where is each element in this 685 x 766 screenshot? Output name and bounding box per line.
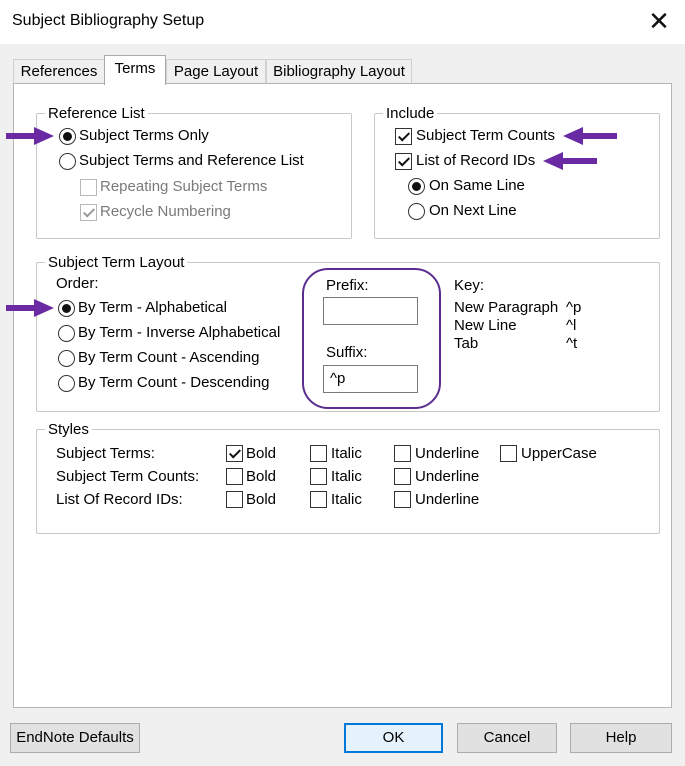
subject-term-counts-label[interactable]: Subject Term Counts — [416, 127, 555, 144]
list-of-record-ids-style-label: List Of Record IDs: — [56, 491, 183, 508]
subject-terms-and-reference-list-label[interactable]: Subject Terms and Reference List — [79, 152, 304, 169]
tab-terms[interactable]: Terms — [104, 55, 166, 85]
close-icon[interactable]: ✕ — [639, 4, 679, 38]
subject-terms-italic-label[interactable]: Italic — [331, 445, 362, 462]
subject-terms-uppercase-label[interactable]: UpperCase — [521, 445, 597, 462]
tab-references[interactable]: References — [13, 59, 105, 84]
subject-terms-only-label[interactable]: Subject Terms Only — [79, 127, 209, 144]
key-tab: Tab — [454, 335, 479, 352]
reference-list-legend: Reference List — [48, 105, 145, 122]
key-new-line: New Line — [454, 317, 517, 334]
on-next-line-label[interactable]: On Next Line — [429, 202, 517, 219]
term-counts-underline-label[interactable]: Underline — [415, 468, 479, 485]
record-ids-italic-checkbox[interactable] — [310, 491, 327, 508]
window-title: Subject Bibliography Setup — [12, 12, 205, 29]
record-ids-bold-checkbox[interactable] — [226, 491, 243, 508]
subject-terms-bold-checkbox[interactable] — [226, 445, 243, 462]
term-counts-italic-label[interactable]: Italic — [331, 468, 362, 485]
order-count-descending-label[interactable]: By Term Count - Descending — [78, 374, 269, 391]
subject-terms-style-label: Subject Terms: — [56, 445, 155, 462]
order-count-ascending-radio[interactable] — [58, 350, 75, 367]
repeating-subject-terms-checkbox[interactable] — [80, 179, 97, 196]
on-same-line-radio[interactable] — [408, 178, 425, 195]
subject-term-layout-legend: Subject Term Layout — [48, 254, 185, 271]
annotation-arrow-icon — [6, 127, 54, 145]
key-label: Key: — [454, 277, 485, 294]
key-tab-code: ^t — [566, 335, 578, 352]
recycle-numbering-checkbox[interactable] — [80, 204, 97, 221]
order-alphabetical-label[interactable]: By Term - Alphabetical — [78, 299, 227, 316]
tab-bibliography-layout[interactable]: Bibliography Layout — [266, 59, 412, 84]
endnote-defaults-button[interactable]: EndNote Defaults — [10, 723, 140, 753]
subject-terms-and-reference-list-radio[interactable] — [59, 153, 76, 170]
order-count-descending-radio[interactable] — [58, 375, 75, 392]
include-legend: Include — [386, 105, 435, 122]
order-label: Order: — [56, 275, 99, 292]
subject-terms-only-radio[interactable] — [59, 128, 76, 145]
term-counts-bold-label[interactable]: Bold — [246, 468, 276, 485]
order-count-ascending-label[interactable]: By Term Count - Ascending — [78, 349, 259, 366]
record-ids-underline-checkbox[interactable] — [394, 491, 411, 508]
recycle-numbering-label: Recycle Numbering — [100, 203, 231, 220]
subject-terms-uppercase-checkbox[interactable] — [500, 445, 517, 462]
subject-terms-underline-label[interactable]: Underline — [415, 445, 479, 462]
subject-terms-italic-checkbox[interactable] — [310, 445, 327, 462]
key-new-paragraph-code: ^p — [566, 299, 582, 316]
prefix-suffix-highlight — [302, 268, 441, 409]
tab-page-layout[interactable]: Page Layout — [166, 59, 266, 84]
term-counts-italic-checkbox[interactable] — [310, 468, 327, 485]
repeating-subject-terms-label: Repeating Subject Terms — [100, 178, 268, 195]
subject-term-counts-style-label: Subject Term Counts: — [56, 468, 200, 485]
key-new-line-code: ^l — [566, 317, 577, 334]
styles-legend: Styles — [48, 421, 89, 438]
help-button[interactable]: Help — [570, 723, 672, 753]
annotation-arrow-icon — [543, 152, 597, 170]
ok-button[interactable]: OK — [344, 723, 443, 753]
term-counts-underline-checkbox[interactable] — [394, 468, 411, 485]
subject-terms-bold-label[interactable]: Bold — [246, 445, 276, 462]
order-inverse-alphabetical-radio[interactable] — [58, 325, 75, 342]
title-bar: Subject Bibliography Setup ✕ — [0, 0, 685, 44]
record-ids-italic-label[interactable]: Italic — [331, 491, 362, 508]
on-same-line-label[interactable]: On Same Line — [429, 177, 525, 194]
order-alphabetical-radio[interactable] — [58, 300, 75, 317]
list-of-record-ids-checkbox[interactable] — [395, 153, 412, 170]
on-next-line-radio[interactable] — [408, 203, 425, 220]
list-of-record-ids-label[interactable]: List of Record IDs — [416, 152, 535, 169]
cancel-button[interactable]: Cancel — [457, 723, 557, 753]
record-ids-bold-label[interactable]: Bold — [246, 491, 276, 508]
subject-terms-underline-checkbox[interactable] — [394, 445, 411, 462]
annotation-arrow-icon — [563, 127, 617, 145]
record-ids-underline-label[interactable]: Underline — [415, 491, 479, 508]
subject-term-counts-checkbox[interactable] — [395, 128, 412, 145]
annotation-arrow-icon — [6, 299, 54, 317]
order-inverse-alphabetical-label[interactable]: By Term - Inverse Alphabetical — [78, 324, 280, 341]
term-counts-bold-checkbox[interactable] — [226, 468, 243, 485]
key-new-paragraph: New Paragraph — [454, 299, 559, 316]
